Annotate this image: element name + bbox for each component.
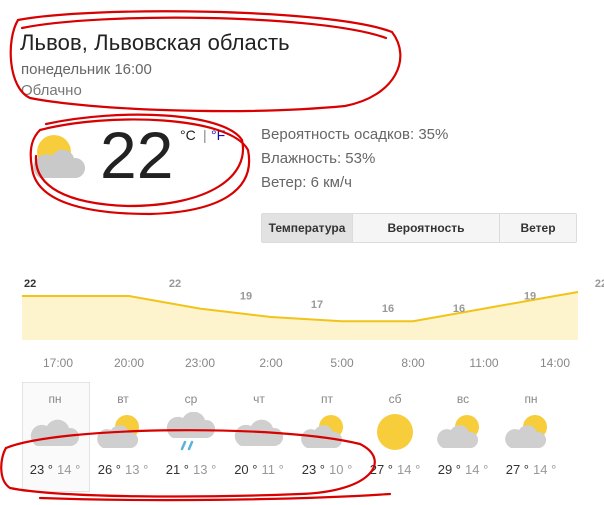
- location-title: Львов, Львовская область: [20, 30, 290, 55]
- high-temp: 23 °: [29, 462, 53, 477]
- x-tick-label: 20:00: [114, 356, 144, 370]
- day-name: чт: [253, 392, 265, 406]
- day-temperatures: 27 ° 14 °: [496, 462, 566, 477]
- day-temperatures: 21 ° 13 °: [156, 462, 226, 477]
- x-tick-label: 23:00: [185, 356, 215, 370]
- x-tick-label: 14:00: [540, 356, 570, 370]
- tab-wind[interactable]: Ветер: [500, 214, 576, 242]
- chart-tabs: Температура Вероятность осадков Ветер: [261, 213, 577, 243]
- data-label: 22: [595, 278, 604, 290]
- x-tick-label: 8:00: [401, 356, 425, 370]
- high-temp: 20 °: [234, 462, 258, 477]
- day-temperatures: 27 ° 14 °: [360, 462, 430, 477]
- x-tick-label: 11:00: [469, 356, 498, 370]
- precipitation-chance: Вероятность осадков: 35%: [261, 126, 449, 143]
- low-temp: 14 °: [533, 462, 557, 477]
- day-name: ср: [184, 392, 198, 406]
- low-temp: 11 °: [261, 462, 284, 477]
- humidity: Влажность: 53%: [261, 150, 376, 167]
- partly-cloudy-icon: [496, 412, 566, 454]
- low-temp: 10 °: [329, 462, 353, 477]
- cloudy-icon: [20, 412, 90, 454]
- tab-temperature[interactable]: Температура: [262, 214, 353, 242]
- day-temperatures: 26 ° 13 °: [88, 462, 158, 477]
- day-name: сб: [388, 392, 402, 406]
- forecast-day[interactable]: пт 23 ° 10 °: [292, 392, 362, 477]
- forecast-day[interactable]: сб 27 ° 14 °: [360, 392, 430, 477]
- forecast-day[interactable]: чт 20 ° 11 °: [224, 392, 294, 477]
- data-label: 22: [24, 278, 36, 290]
- day-temperatures: 23 ° 14 °: [20, 462, 90, 477]
- forecast-day[interactable]: вс 29 ° 14 °: [428, 392, 498, 477]
- sun-icon: [360, 412, 430, 454]
- temperature-chart: 22 22 19 17 16 16 19 22 17:00 20:00 23:00 2:00 5:00 8…: [22, 278, 604, 370]
- data-label: 16: [382, 303, 394, 315]
- day-name: пн: [48, 392, 62, 406]
- data-label: 19: [240, 291, 252, 303]
- cloudy-icon: [224, 412, 294, 454]
- day-temperatures: 23 ° 10 °: [292, 462, 362, 477]
- low-temp: 14 °: [57, 462, 81, 477]
- data-label: 16: [453, 303, 465, 315]
- data-label: 19: [524, 291, 536, 303]
- forecast-day[interactable]: ср 21 ° 13 °: [156, 392, 226, 477]
- high-temp: 23 °: [301, 462, 325, 477]
- forecast-day[interactable]: пн 27 ° 14 °: [496, 392, 566, 477]
- low-temp: 14 °: [397, 462, 421, 477]
- low-temp: 13 °: [125, 462, 149, 477]
- high-temp: 27 °: [505, 462, 529, 477]
- high-temp: 26 °: [97, 462, 121, 477]
- high-temp: 29 °: [437, 462, 461, 477]
- unit-fahrenheit[interactable]: °F: [211, 127, 225, 143]
- day-temperatures: 29 ° 14 °: [428, 462, 498, 477]
- partly-cloudy-icon: [292, 412, 362, 454]
- day-temperatures: 20 ° 11 °: [224, 462, 294, 477]
- partly-cloudy-icon: [88, 412, 158, 454]
- x-tick-label: 2:00: [259, 356, 283, 370]
- unit-celsius[interactable]: °C: [180, 127, 196, 143]
- low-temp: 13 °: [193, 462, 217, 477]
- chart-area: [22, 292, 578, 340]
- annotation-stroke-forecast: [38, 492, 392, 502]
- unit-separator: |: [203, 127, 207, 143]
- partly-cloudy-icon: [24, 130, 92, 191]
- tab-precipitation[interactable]: Вероятность осадков: [353, 214, 500, 242]
- data-label: 17: [311, 299, 323, 311]
- x-tick-label: 17:00: [43, 356, 73, 370]
- day-name: вс: [456, 392, 470, 406]
- partly-cloudy-icon: [428, 412, 498, 454]
- condition: Облачно: [21, 82, 82, 99]
- forecast-day[interactable]: вт 26 ° 13 °: [88, 392, 158, 477]
- low-temp: 14 °: [465, 462, 489, 477]
- rain-icon: [156, 411, 226, 454]
- forecast-day[interactable]: пн 23 ° 14 °: [20, 392, 90, 477]
- day-name: пн: [524, 392, 538, 406]
- x-tick-label: 5:00: [330, 356, 354, 370]
- day-name: пт: [321, 392, 333, 406]
- day-name: вт: [117, 392, 129, 406]
- high-temp: 21 °: [165, 462, 189, 477]
- data-label: 22: [169, 278, 181, 290]
- current-temperature: 22: [100, 118, 174, 192]
- datetime: понедельник 16:00: [21, 61, 152, 78]
- wind: Ветер: 6 км/ч: [261, 174, 352, 191]
- high-temp: 27 °: [369, 462, 393, 477]
